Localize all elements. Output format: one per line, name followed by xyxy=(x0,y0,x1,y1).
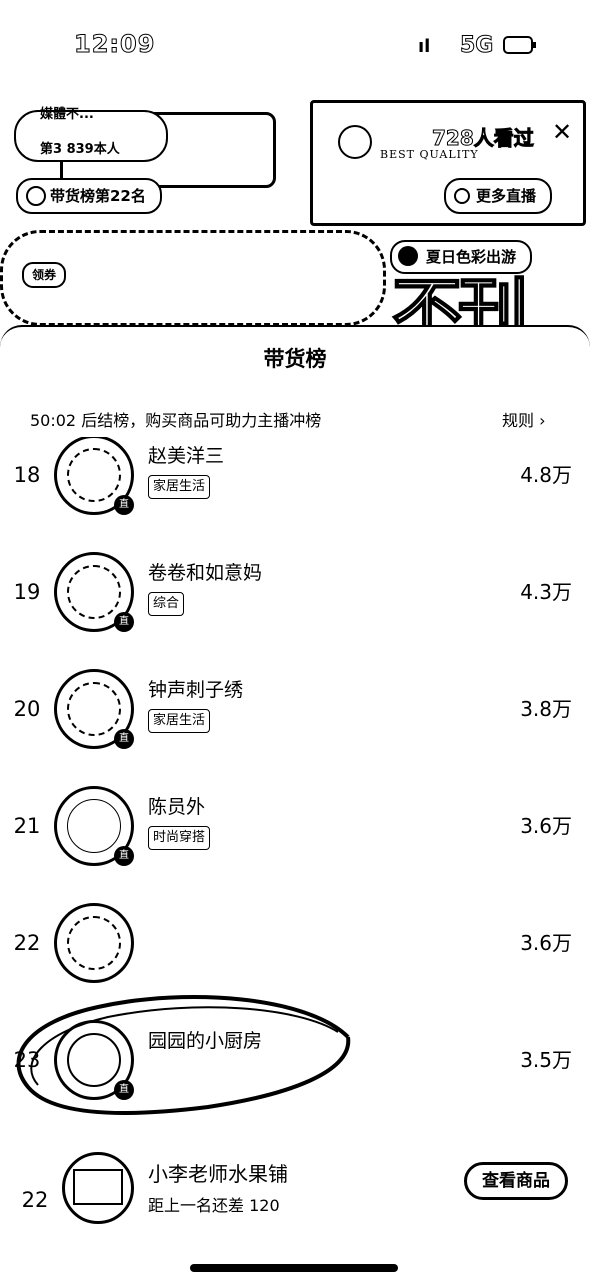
live-badge-icon: 直 xyxy=(114,1080,134,1100)
ranking-row[interactable]: 23 直 园园的小厨房 3.5万 xyxy=(0,1002,590,1119)
more-live-button[interactable]: 更多直播 xyxy=(444,178,553,214)
sheet-title: 带货榜 xyxy=(263,347,327,371)
countdown-text: 50:02 后结榜，购买商品可助力主播冲榜 xyxy=(30,411,322,430)
live-badge-icon: 直 xyxy=(114,612,134,632)
my-avatar[interactable] xyxy=(62,1152,134,1224)
sales-score: 3.6万 xyxy=(520,931,572,955)
sales-score: 4.8万 xyxy=(520,463,572,487)
ranking-row[interactable]: 20 直 钟声刺子绣 家居生活 3.8万 xyxy=(0,651,590,768)
avatar[interactable] xyxy=(54,903,134,983)
live-badge-icon: 直 xyxy=(114,729,134,749)
live-badge-icon: 直 xyxy=(114,846,134,866)
anchor-name: 园园的小厨房 xyxy=(148,1030,263,1052)
ranking-row[interactable]: 18 直 赵美洋三 家居生活 4.8万 xyxy=(0,437,590,534)
rules-link[interactable]: 规则 › xyxy=(502,407,546,431)
sales-score: 4.3万 xyxy=(520,580,572,604)
live-badge-icon: 直 xyxy=(114,495,134,515)
streamer-fans: 第3 839本人 xyxy=(40,142,120,157)
sales-ranking-sheet: 带货榜 50:02 后结榜，购买商品可助力主播冲榜 规则 › 18 直 赵美洋三… xyxy=(0,325,590,1282)
anchor-name: 陈员外 xyxy=(148,796,206,818)
sales-score: 3.5万 xyxy=(520,1048,572,1072)
my-anchor-name: 小李老师水果铺 xyxy=(148,1162,288,1186)
category-tag: 家居生活 xyxy=(148,709,211,733)
brand-logo-icon xyxy=(338,125,372,159)
anchor-name: 钟声刺子绣 xyxy=(148,679,244,701)
rank-number: 21 xyxy=(13,814,41,838)
sales-score: 3.6万 xyxy=(520,814,572,838)
anchor-name: 赵美洋三 xyxy=(148,445,225,467)
rank-number: 22 xyxy=(13,931,41,955)
clock: 12:09 xyxy=(73,30,156,59)
category-tag: 时尚穿搭 xyxy=(148,826,211,850)
anchor-name: 卷卷和如意妈 xyxy=(148,562,263,584)
ranking-row[interactable]: 19 直 卷卷和如意妈 综合 4.3万 xyxy=(0,534,590,651)
ranking-row[interactable]: 21 直 陈员外 时尚穿搭 3.6万 xyxy=(0,768,590,885)
streamer-name: 媒體不... xyxy=(40,107,94,122)
my-rank-number: 22 xyxy=(21,1188,49,1212)
coupon-badge[interactable]: 领券 xyxy=(22,262,67,288)
rank-number: 18 xyxy=(13,463,41,487)
rank-number: 23 xyxy=(13,1048,41,1072)
signal-icon: ıl xyxy=(418,36,431,57)
bag-icon xyxy=(26,186,46,206)
more-live-label: 更多直播 xyxy=(476,187,537,205)
category-tag: 综合 xyxy=(148,592,185,616)
rank-number: 20 xyxy=(13,697,41,721)
network-label: 5G xyxy=(459,33,494,59)
rank-pill-label: 带货榜第22名 xyxy=(50,187,146,205)
ranking-row[interactable]: 22 3.6万 xyxy=(0,885,590,1002)
viewer-count[interactable]: 728人看过 xyxy=(432,122,535,151)
rank-number: 19 xyxy=(13,580,41,604)
view-products-button[interactable]: 查看商品 xyxy=(464,1162,568,1200)
battery-icon xyxy=(503,36,536,54)
sales-score: 3.8万 xyxy=(520,697,572,721)
live-icon xyxy=(454,188,470,204)
home-indicator[interactable] xyxy=(190,1264,398,1272)
close-icon[interactable]: ✕ xyxy=(552,118,572,146)
category-tag: 家居生活 xyxy=(148,475,211,499)
gap-to-previous: 距上一名还差 120 xyxy=(148,1196,280,1215)
my-ranking-row[interactable]: 22 小李老师水果铺 距上一名还差 120 查看商品 xyxy=(0,1150,590,1250)
ranking-list[interactable]: 18 直 赵美洋三 家居生活 4.8万 19 直 卷卷和如意妈 综合 4.3万 … xyxy=(0,437,590,1157)
rank-pill[interactable]: 带货榜第22名 xyxy=(16,178,162,214)
